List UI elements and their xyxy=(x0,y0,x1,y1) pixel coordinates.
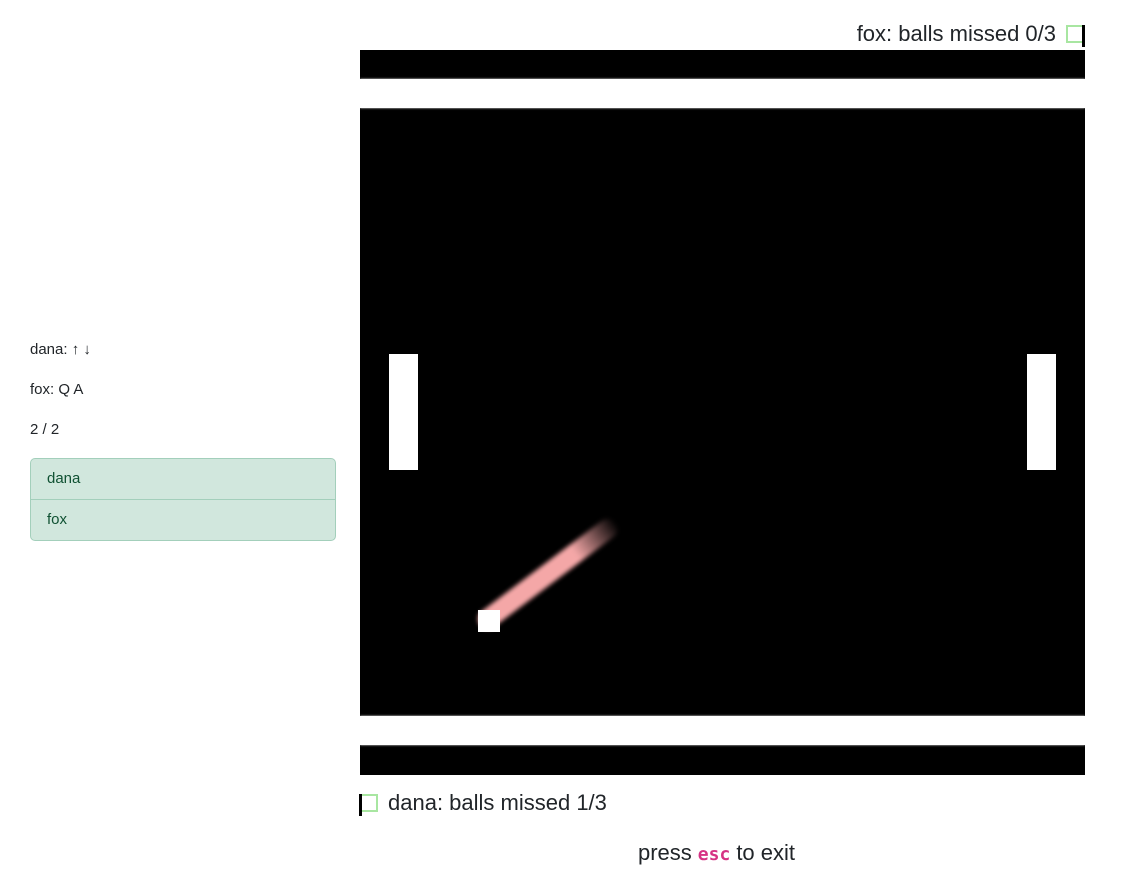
player-count: 2 / 2 xyxy=(30,421,60,438)
fox-indicator-icon xyxy=(1066,25,1085,47)
exit-hint-after: to exit xyxy=(736,840,796,865)
dana-status-text: dana: balls missed 1/3 xyxy=(388,790,607,815)
list-item-fox[interactable]: fox xyxy=(31,499,335,540)
player-list: dana fox xyxy=(30,458,336,541)
ball xyxy=(478,610,500,632)
exit-hint: press esc to exit xyxy=(638,840,795,866)
list-item-dana[interactable]: dana xyxy=(31,459,335,499)
dana-indicator-icon xyxy=(359,794,378,816)
fox-status-text: fox: balls missed 0/3 xyxy=(856,21,1056,46)
esc-key: esc xyxy=(697,844,731,865)
top-wall xyxy=(360,79,1085,108)
bottom-wall xyxy=(360,716,1085,745)
left-paddle xyxy=(389,354,418,470)
right-paddle xyxy=(1027,354,1056,470)
game-field[interactable] xyxy=(360,50,1085,775)
fox-status: fox: balls missed 0/3 xyxy=(856,20,1085,48)
exit-hint-before: press xyxy=(638,840,692,865)
controls-fox: fox: Q A xyxy=(30,381,84,398)
controls-dana: dana: ↑ ↓ xyxy=(30,341,91,358)
dana-status: dana: balls missed 1/3 xyxy=(359,789,607,817)
